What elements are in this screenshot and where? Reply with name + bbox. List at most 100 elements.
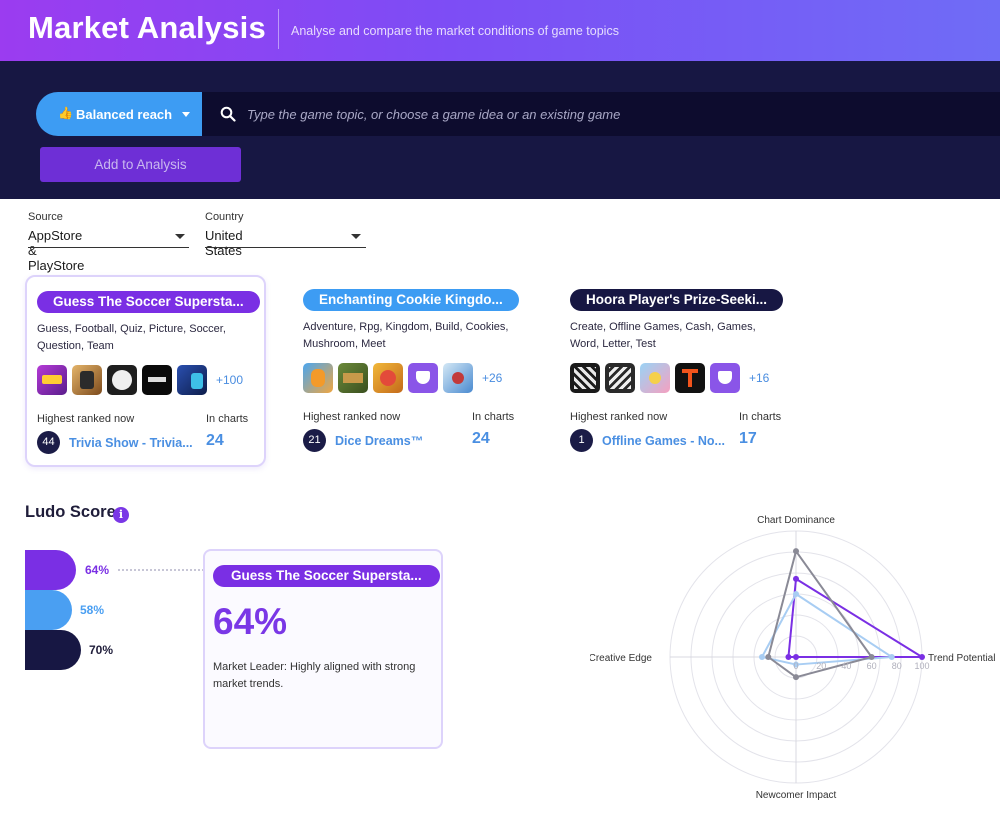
score-detail-value: 64% bbox=[213, 601, 288, 642]
radar-data-point bbox=[793, 575, 799, 582]
score-detail-title: Guess The Soccer Supersta... bbox=[213, 565, 440, 587]
topic-card[interactable]: Guess The Soccer Supersta... Guess, Foot… bbox=[25, 275, 266, 467]
radar-series-line bbox=[787, 577, 923, 658]
game-icon[interactable] bbox=[408, 363, 438, 393]
source-value: AppStore & PlayStore bbox=[28, 228, 85, 273]
game-icon[interactable] bbox=[37, 365, 67, 395]
radar-chart: 0 20 40 60 80 100Chart DominanceTrend Potenti… bbox=[590, 515, 995, 801]
game-icon[interactable] bbox=[605, 363, 635, 393]
source-label: Source bbox=[28, 211, 63, 223]
score-bar[interactable] bbox=[25, 590, 72, 630]
country-select[interactable]: Country United States bbox=[205, 211, 366, 258]
score-bar[interactable] bbox=[25, 630, 81, 670]
rank-badge: 21 bbox=[303, 429, 326, 452]
topic-title-pill[interactable]: Hoora Player's Prize-Seeki... bbox=[570, 289, 784, 311]
game-icon[interactable] bbox=[177, 365, 207, 395]
radar-axis-label: Creative Edge bbox=[590, 653, 652, 664]
highest-ranked-label: Highest ranked now bbox=[303, 411, 401, 423]
page-title: Market Analysis bbox=[28, 10, 266, 45]
in-charts-value: 24 bbox=[472, 430, 490, 447]
radar-data-point bbox=[793, 674, 799, 681]
game-icons: +26 bbox=[303, 363, 502, 393]
game-icon[interactable] bbox=[107, 365, 137, 395]
more-games-count[interactable]: +26 bbox=[482, 371, 502, 385]
more-games-count[interactable]: +100 bbox=[216, 373, 243, 387]
thumbs-up-icon: 👍 bbox=[58, 106, 73, 120]
chevron-down-icon bbox=[351, 234, 361, 239]
highest-ranked-label: Highest ranked now bbox=[570, 411, 668, 423]
in-charts-label: In charts bbox=[472, 411, 515, 423]
radar-data-point bbox=[758, 654, 765, 660]
source-select[interactable]: Source AppStore & PlayStore bbox=[28, 211, 189, 273]
topic-tags: Create, Offline Games, Cash, Games, Word… bbox=[570, 321, 756, 350]
radar-data-point bbox=[765, 654, 772, 660]
game-icon[interactable] bbox=[710, 363, 740, 393]
rank-badge: 44 bbox=[37, 431, 60, 454]
page-header: Market Analysis Analyse and compare the … bbox=[0, 0, 1000, 61]
radar-data-point bbox=[785, 654, 792, 660]
info-icon[interactable]: i bbox=[113, 507, 129, 523]
game-icon[interactable] bbox=[303, 363, 333, 393]
more-games-count[interactable]: +16 bbox=[749, 371, 769, 385]
top-game-link[interactable]: Dice Dreams™ bbox=[335, 434, 423, 448]
topic-card[interactable]: Hoora Player's Prize-Seeki... Create, Of… bbox=[560, 275, 801, 467]
game-icon[interactable] bbox=[443, 363, 473, 393]
score-bar-label: 58% bbox=[80, 603, 105, 617]
score-bar[interactable] bbox=[25, 550, 76, 590]
country-value: United States bbox=[205, 228, 243, 258]
chevron-down-icon bbox=[182, 112, 190, 117]
game-icon[interactable] bbox=[373, 363, 403, 393]
game-icon[interactable] bbox=[640, 363, 670, 393]
search-input[interactable]: Type the game topic, or choose a game id… bbox=[202, 92, 1000, 136]
game-icons: +100 bbox=[37, 365, 243, 395]
radar-series-line bbox=[767, 550, 873, 679]
topic-tags: Adventure, Rpg, Kingdom, Build, Cookies,… bbox=[303, 321, 509, 350]
score-detail-description: Market Leader: Highly aligned with stron… bbox=[213, 661, 416, 690]
topic-title-pill[interactable]: Guess The Soccer Supersta... bbox=[37, 291, 260, 313]
country-underline bbox=[205, 247, 366, 248]
radar-data-point bbox=[793, 654, 799, 660]
game-icon[interactable] bbox=[675, 363, 705, 393]
in-charts-label: In charts bbox=[739, 411, 782, 423]
search-placeholder: Type the game topic, or choose a game id… bbox=[247, 107, 621, 122]
game-icon[interactable] bbox=[338, 363, 368, 393]
in-charts-value: 24 bbox=[206, 432, 224, 449]
source-underline bbox=[28, 247, 189, 248]
game-icon[interactable] bbox=[570, 363, 600, 393]
reach-mode-dropdown[interactable]: 👍 Balanced reach bbox=[36, 92, 202, 136]
radar-axis-label: Chart Dominance bbox=[757, 515, 835, 526]
search-icon bbox=[220, 106, 236, 122]
score-detail-card: Guess The Soccer Supersta... 64% Market … bbox=[203, 549, 443, 749]
topic-tags: Guess, Football, Quiz, Picture, Soccer, … bbox=[37, 323, 226, 352]
radar-tick-label: 20 bbox=[816, 661, 826, 671]
in-charts-value: 17 bbox=[739, 430, 757, 447]
connector-line bbox=[118, 569, 204, 571]
chevron-down-icon bbox=[175, 234, 185, 239]
radar-tick-label: 0 bbox=[793, 661, 798, 671]
game-icon[interactable] bbox=[72, 365, 102, 395]
radar-tick-label: 40 bbox=[841, 661, 851, 671]
search-section: 👍 Balanced reach Type the game topic, or… bbox=[0, 61, 1000, 199]
radar-axis-label: Trend Potential bbox=[928, 653, 995, 664]
topic-card[interactable]: Enchanting Cookie Kingdo... Adventure, R… bbox=[293, 275, 534, 467]
radar-data-point bbox=[888, 654, 895, 660]
radar-tick-label: 80 bbox=[892, 661, 902, 671]
highest-ranked-label: Highest ranked now bbox=[37, 413, 135, 425]
radar-tick-label: 60 bbox=[867, 661, 877, 671]
topic-title-pill[interactable]: Enchanting Cookie Kingdo... bbox=[303, 289, 519, 311]
radar-data-point bbox=[868, 654, 875, 660]
score-bar-label: 70% bbox=[89, 643, 114, 657]
ludo-score-title: Ludo Score bbox=[25, 503, 116, 521]
top-game-link[interactable]: Offline Games - No... bbox=[602, 434, 725, 448]
add-to-analysis-button[interactable]: Add to Analysis bbox=[40, 147, 241, 182]
top-game-link[interactable]: Trivia Show - Trivia... bbox=[69, 436, 193, 450]
radar-data-point bbox=[919, 654, 925, 660]
reach-mode-label: Balanced reach bbox=[76, 107, 173, 122]
page-subtitle: Analyse and compare the market condition… bbox=[291, 24, 619, 38]
in-charts-label: In charts bbox=[206, 413, 249, 425]
game-icons: +16 bbox=[570, 363, 769, 393]
score-bar-label: 64% bbox=[85, 563, 110, 577]
game-icon[interactable] bbox=[142, 365, 172, 395]
radar-data-point bbox=[793, 548, 799, 555]
header-divider bbox=[278, 9, 279, 49]
